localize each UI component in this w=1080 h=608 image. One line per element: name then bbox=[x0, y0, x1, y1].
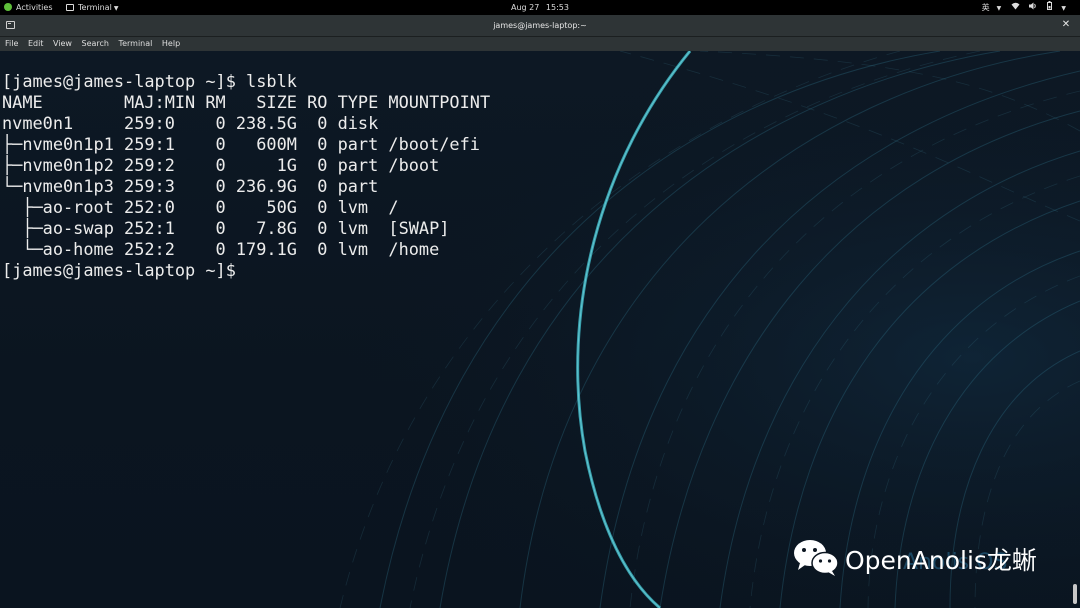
terminal-line: NAME MAJ:MIN RM SIZE RO TYPE MOUNTPOINT bbox=[2, 92, 491, 112]
terminal-line: ├─nvme0n1p1 259:1 0 600M 0 part /boot/ef… bbox=[2, 134, 480, 154]
close-window-button[interactable]: ✕ bbox=[1059, 18, 1073, 32]
network-icon bbox=[1011, 2, 1023, 12]
terminal-line: nvme0n1 259:0 0 238.5G 0 disk bbox=[2, 113, 379, 133]
gnome-top-bar: Activities Terminal ▼ Aug 27 15:53 英 ▼ ▼ bbox=[0, 0, 1080, 15]
menu-help[interactable]: Help bbox=[162, 37, 180, 51]
input-method-indicator[interactable]: 英 ▼ bbox=[975, 3, 1002, 12]
wechat-icon bbox=[794, 540, 839, 576]
terminal-menubar: File Edit View Search Terminal Help bbox=[0, 37, 1080, 51]
input-method-label: 英 bbox=[981, 3, 990, 12]
chevron-down-icon: ▼ bbox=[1061, 5, 1066, 12]
window-title: james@james-laptop:~ bbox=[493, 21, 587, 30]
chevron-down-icon: ▼ bbox=[996, 5, 1002, 12]
terminal-line: └─nvme0n1p3 259:3 0 236.9G 0 part bbox=[2, 176, 379, 196]
terminal-output: [james@james-laptop ~]$ lsblk NAME MAJ:MI… bbox=[2, 71, 490, 281]
clock[interactable]: Aug 27 15:53 bbox=[0, 0, 1080, 15]
terminal-line: [james@james-laptop ~]$ lsblk bbox=[2, 71, 297, 91]
window-titlebar[interactable]: james@james-laptop:~ ✕ bbox=[0, 15, 1080, 37]
terminal-line: ├─ao-root 252:0 0 50G 0 lvm / bbox=[2, 197, 399, 217]
menu-search[interactable]: Search bbox=[82, 37, 109, 51]
menu-view[interactable]: View bbox=[53, 37, 72, 51]
terminal-prompt-line: [james@james-laptop ~]$ bbox=[2, 260, 236, 280]
terminal-line: ├─ao-swap 252:1 0 7.8G 0 lvm [SWAP] bbox=[2, 218, 450, 238]
menu-terminal[interactable]: Terminal bbox=[119, 37, 153, 51]
terminal-line: ├─nvme0n1p2 259:2 0 1G 0 part /boot bbox=[2, 155, 440, 175]
volume-icon bbox=[1029, 2, 1040, 12]
watermark-text: OpenAnolis龙蜥 bbox=[845, 546, 1037, 575]
terminal-view[interactable]: [james@james-laptop ~]$ lsblk NAME MAJ:MI… bbox=[0, 51, 1080, 608]
menu-edit[interactable]: Edit bbox=[28, 37, 44, 51]
clock-time: 15:53 bbox=[545, 3, 569, 12]
clock-date: Aug 27 bbox=[511, 3, 540, 12]
terminal-scrollbar[interactable] bbox=[1073, 584, 1077, 604]
battery-icon bbox=[1046, 1, 1055, 12]
menu-file[interactable]: File bbox=[5, 37, 18, 51]
terminal-line: └─ao-home 252:2 0 179.1G 0 lvm /home bbox=[2, 239, 440, 259]
system-status-area[interactable]: 英 ▼ ▼ bbox=[968, 0, 1066, 15]
close-icon: ✕ bbox=[1061, 19, 1071, 30]
